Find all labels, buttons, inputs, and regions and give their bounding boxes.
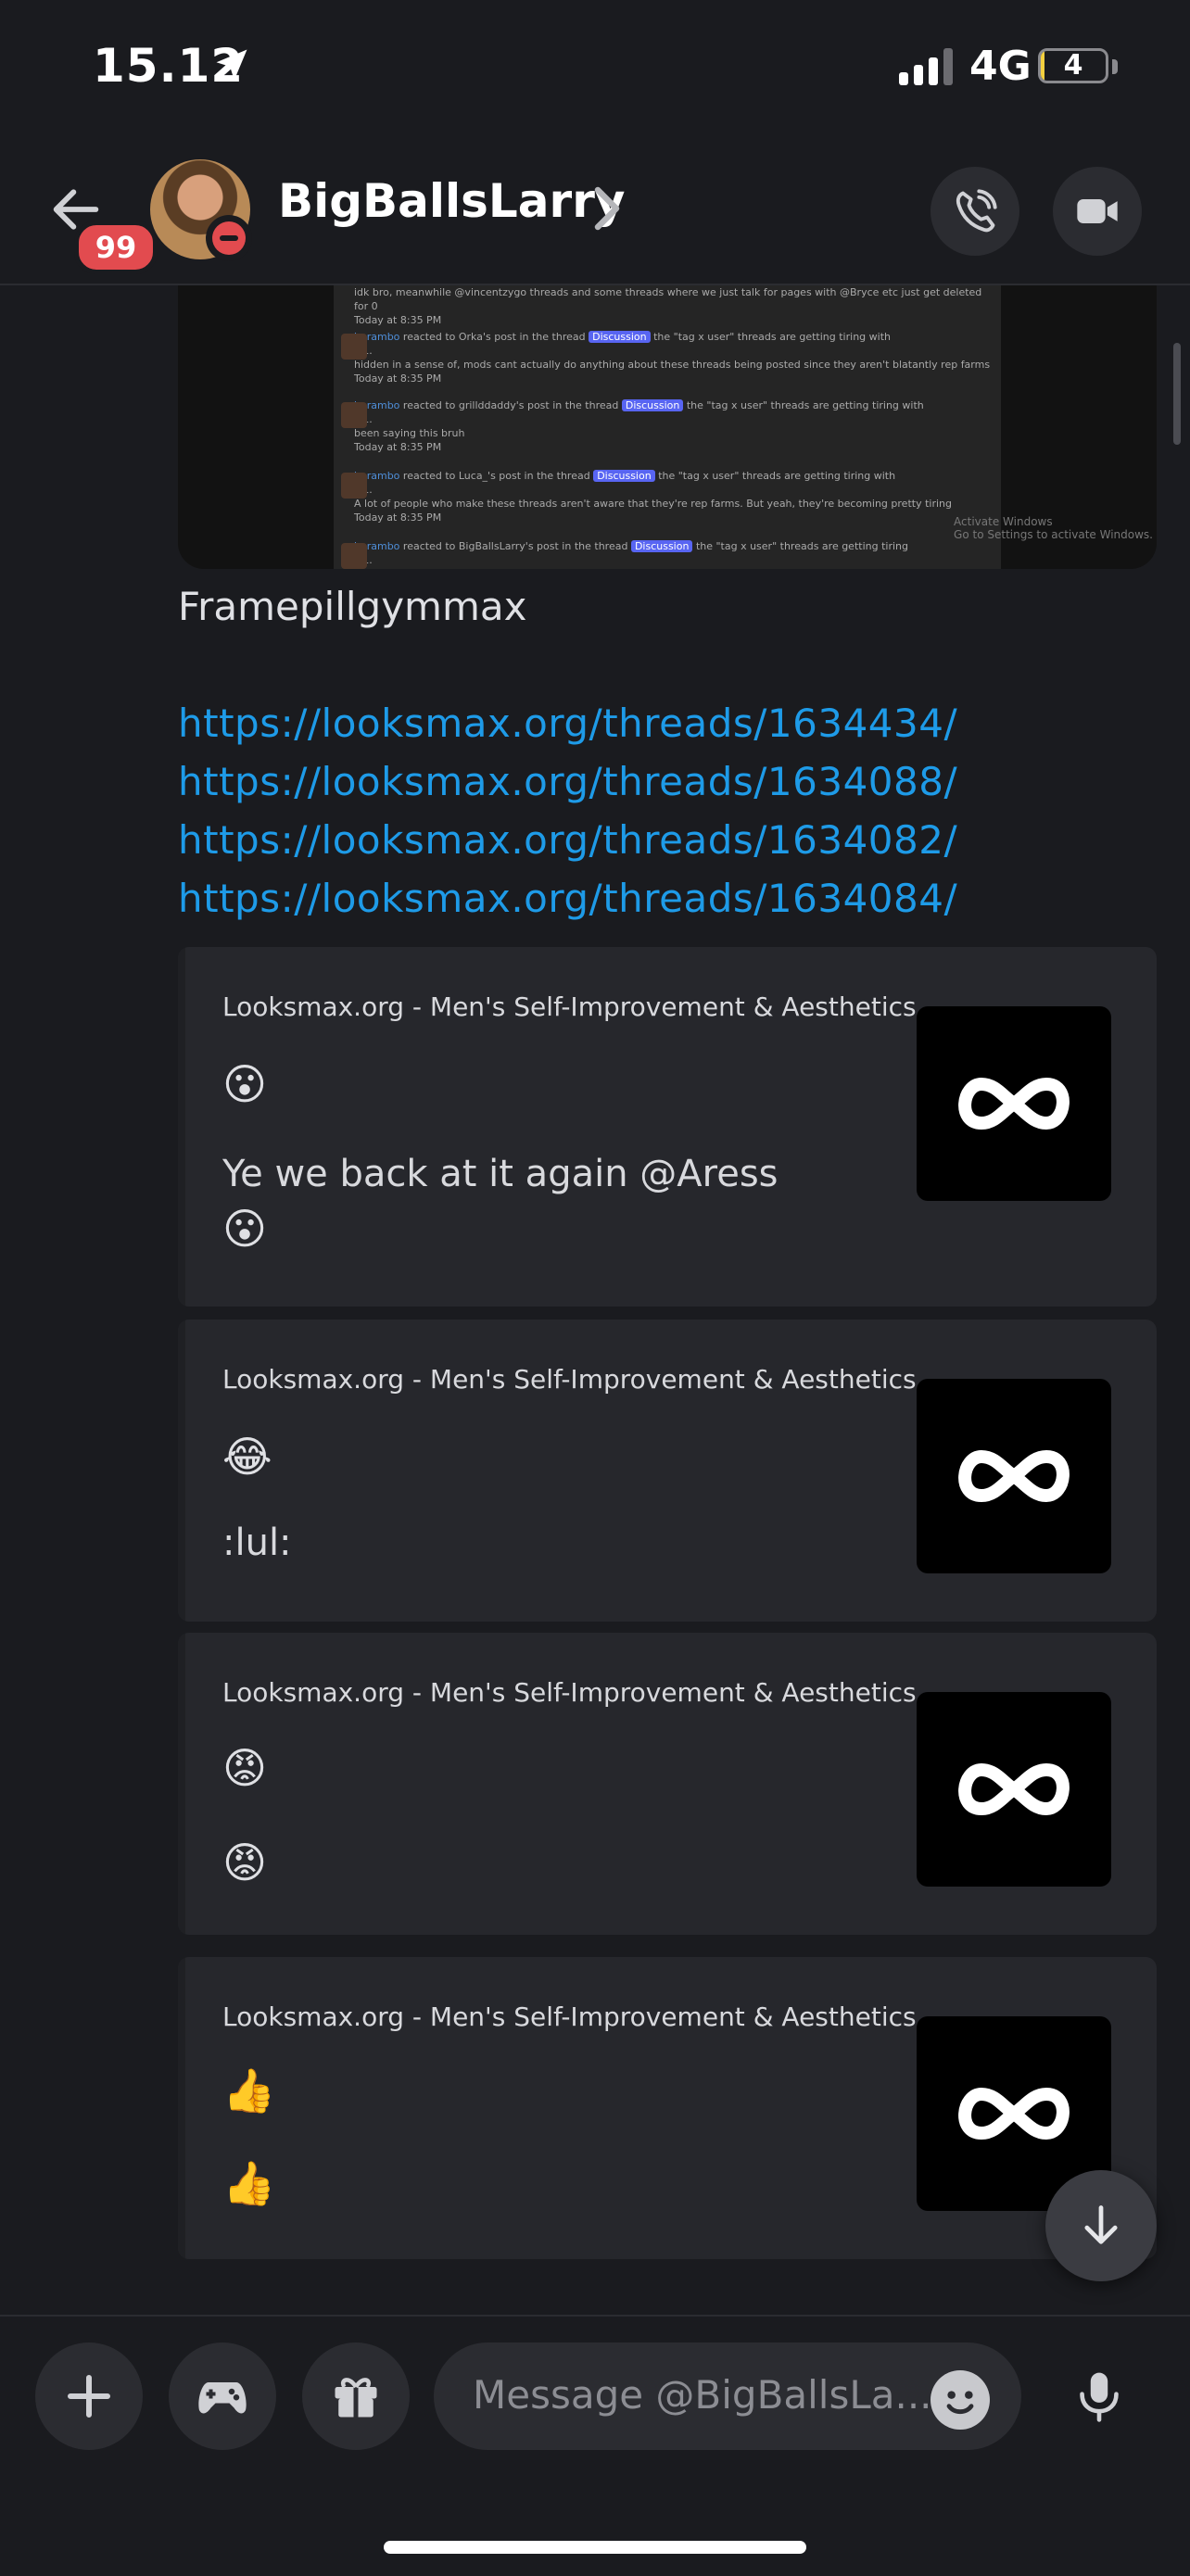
screenshot-row: idk bro, meanwhile @vincentzygo threads … — [354, 286, 982, 326]
status-bar: 15.12 4G 4 — [0, 0, 1190, 139]
message-list[interactable]: idk bro, meanwhile @vincentzygo threads … — [0, 285, 1190, 2315]
link-embed[interactable]: Looksmax.org - Men's Self-Improvement & … — [178, 947, 1157, 1307]
embed-description-emoji: 😡 — [222, 1837, 267, 1888]
embed-provider[interactable]: Looksmax.org - Men's Self-Improvement & … — [222, 1364, 917, 1395]
chevron-right-icon[interactable] — [593, 185, 621, 232]
video-camera-icon — [1077, 199, 1118, 223]
embed-accent-bar — [178, 1633, 185, 1935]
embed-accent-bar — [178, 1320, 185, 1622]
location-arrow-icon — [216, 49, 247, 81]
embed-description: Ye we back at it again @Aress — [222, 1153, 779, 1195]
embed-description-emoji: 😮 — [222, 1204, 267, 1254]
infinity-logo-icon — [958, 1762, 1070, 1816]
message-link[interactable]: https://looksmax.org/threads/1634082/ — [178, 817, 957, 863]
signal-strength-icon — [899, 48, 953, 85]
embed-title-emoji[interactable]: 😡 — [222, 1740, 267, 1796]
voice-call-button[interactable] — [930, 167, 1019, 256]
message-input-placeholder: Message @BigBallsLa... — [473, 2372, 932, 2418]
embed-provider[interactable]: Looksmax.org - Men's Self-Improvement & … — [222, 991, 917, 1022]
screenshot-row: barambo reacted to grillddaddy's post in… — [341, 398, 994, 454]
home-indicator[interactable] — [384, 2541, 806, 2554]
link-embed[interactable]: Looksmax.org - Men's Self-Improvement & … — [178, 1320, 1157, 1622]
gift-icon — [335, 2378, 377, 2418]
embed-description: :lul: — [222, 1522, 292, 1564]
embed-title-emoji[interactable]: 😂 — [222, 1429, 272, 1484]
embed-provider[interactable]: Looksmax.org - Men's Self-Improvement & … — [222, 2001, 917, 2032]
emoji-face-icon[interactable] — [930, 2370, 990, 2430]
message-link[interactable]: https://looksmax.org/threads/1634088/ — [178, 759, 957, 804]
message-link[interactable]: https://looksmax.org/threads/1634434/ — [178, 701, 957, 746]
arrow-down-icon — [1084, 2205, 1118, 2244]
battery-cap — [1112, 59, 1118, 74]
battery-icon: 4 — [1038, 48, 1108, 83]
screenshot-row: barambo reacted to Luca_'s post in the t… — [341, 469, 994, 524]
username[interactable]: BigBallsLarry — [278, 174, 625, 228]
infinity-logo-icon — [958, 2087, 1070, 2140]
embed-accent-bar — [178, 947, 185, 1307]
phone-call-icon — [956, 189, 997, 233]
embed-provider[interactable]: Looksmax.org - Men's Self-Improvement & … — [222, 1677, 917, 1708]
embed-title-emoji[interactable]: 👍 — [222, 2063, 275, 2118]
gamepad-icon — [198, 2382, 247, 2414]
network-type: 4G — [969, 43, 1032, 90]
microphone-icon — [1080, 2372, 1119, 2422]
message-link[interactable]: https://looksmax.org/threads/1634084/ — [178, 876, 957, 921]
link-embed[interactable]: Looksmax.org - Men's Self-Improvement & … — [178, 1957, 1157, 2259]
add-attachment-button[interactable] — [35, 2342, 143, 2450]
infinity-logo-icon — [958, 1449, 1070, 1503]
activities-button[interactable] — [169, 2342, 276, 2450]
jump-to-present-button[interactable] — [1045, 2170, 1157, 2281]
link-embed[interactable]: Looksmax.org - Men's Self-Improvement & … — [178, 1633, 1157, 1935]
message-composer: Message @BigBallsLa... — [0, 2315, 1190, 2576]
infinity-logo-icon — [958, 1077, 1070, 1130]
embed-title-emoji[interactable]: 😮 — [222, 1056, 267, 1112]
dm-header: 99 BigBallsLarry — [0, 139, 1190, 285]
unread-badge: 99 — [74, 221, 158, 274]
screenshot-row: barambo reacted to Orka's post in the th… — [341, 330, 994, 385]
battery-level: 4 — [1063, 49, 1083, 82]
gift-button[interactable] — [302, 2342, 410, 2450]
embed-thumbnail[interactable] — [917, 1379, 1111, 1573]
attached-screenshot[interactable]: idk bro, meanwhile @vincentzygo threads … — [178, 285, 1157, 569]
embed-thumbnail[interactable] — [917, 1006, 1111, 1201]
embed-description-emoji: 👍 — [222, 2158, 276, 2208]
embed-accent-bar — [178, 1957, 185, 2259]
plus-icon — [68, 2375, 110, 2418]
dnd-status-icon — [206, 215, 252, 261]
scrollbar[interactable] — [1173, 343, 1181, 445]
video-call-button[interactable] — [1053, 167, 1142, 256]
message-text: Framepillgymmax — [178, 584, 527, 629]
voice-message-button[interactable] — [1045, 2342, 1153, 2450]
message-input[interactable]: Message @BigBallsLa... — [434, 2342, 1021, 2450]
screenshot-row: barambo reacted to BigBallsLarry's post … — [341, 539, 994, 569]
embed-thumbnail[interactable] — [917, 1692, 1111, 1887]
windows-watermark: Activate Windows Go to Settings to activ… — [954, 515, 1153, 541]
screenshot-notifications: idk bro, meanwhile @vincentzygo threads … — [334, 285, 1001, 569]
